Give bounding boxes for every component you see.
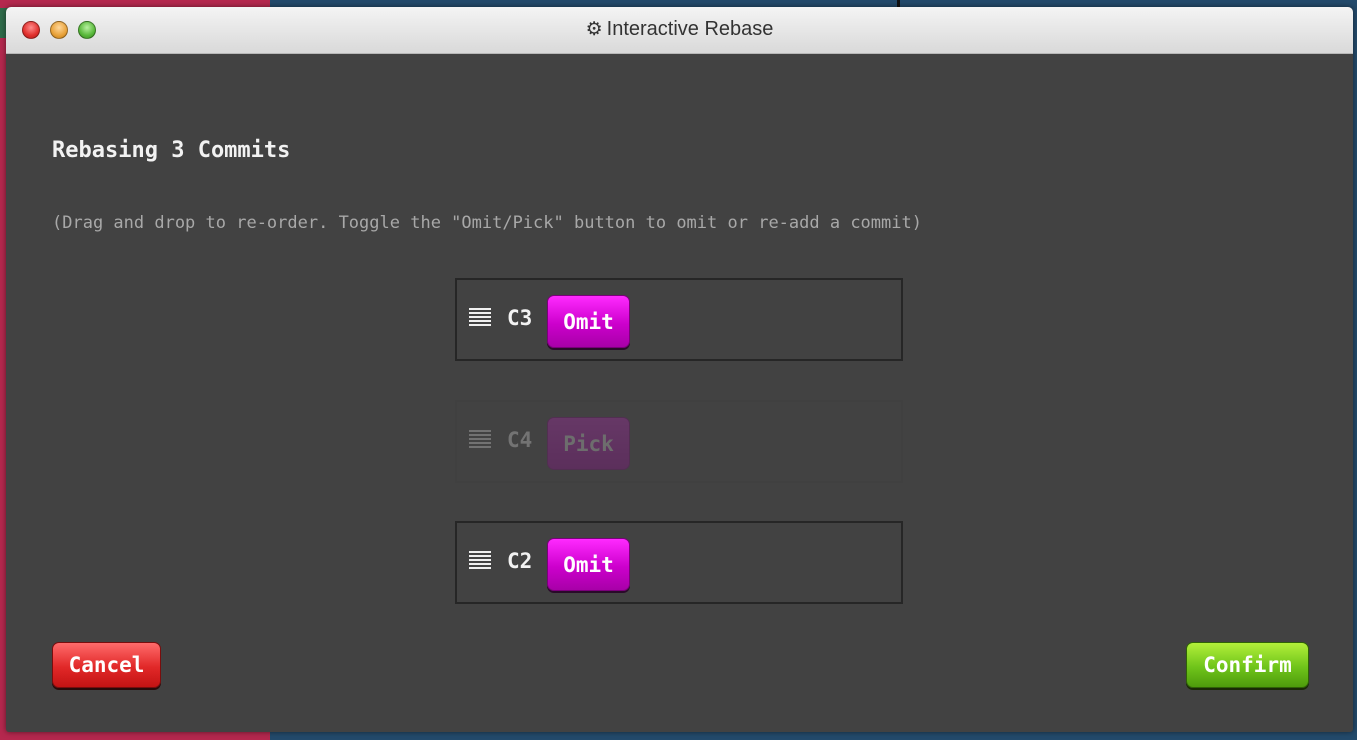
commit-row-c2[interactable]: C2 Omit	[455, 521, 903, 604]
title-bar[interactable]: ⚙ Interactive Rebase	[6, 7, 1353, 54]
window-title: ⚙ Interactive Rebase	[6, 18, 1353, 41]
commit-row-c4[interactable]: C4 Pick	[455, 400, 903, 483]
commit-id: C2	[507, 549, 533, 573]
confirm-button[interactable]: Confirm	[1186, 642, 1309, 688]
commit-id: C4	[507, 428, 533, 452]
rebase-dialog-window: ⚙ Interactive Rebase Rebasing 3 Commits (…	[6, 7, 1353, 732]
drag-handle-icon[interactable]	[469, 308, 491, 326]
rebase-heading: Rebasing 3 Commits	[52, 138, 291, 163]
commit-row-c3[interactable]: C3 Omit	[455, 278, 903, 361]
omit-toggle-button[interactable]: Omit	[547, 295, 630, 348]
omit-toggle-button[interactable]: Omit	[547, 538, 630, 591]
gear-icon: ⚙	[585, 19, 603, 40]
commit-id: C3	[507, 306, 533, 330]
pick-toggle-button[interactable]: Pick	[547, 417, 630, 470]
cancel-button[interactable]: Cancel	[52, 642, 161, 688]
drag-handle-icon[interactable]	[469, 430, 491, 448]
window-title-text: Interactive Rebase	[606, 18, 774, 40]
rebase-instructions: (Drag and drop to re-order. Toggle the "…	[52, 213, 922, 233]
drag-handle-icon[interactable]	[469, 551, 491, 569]
